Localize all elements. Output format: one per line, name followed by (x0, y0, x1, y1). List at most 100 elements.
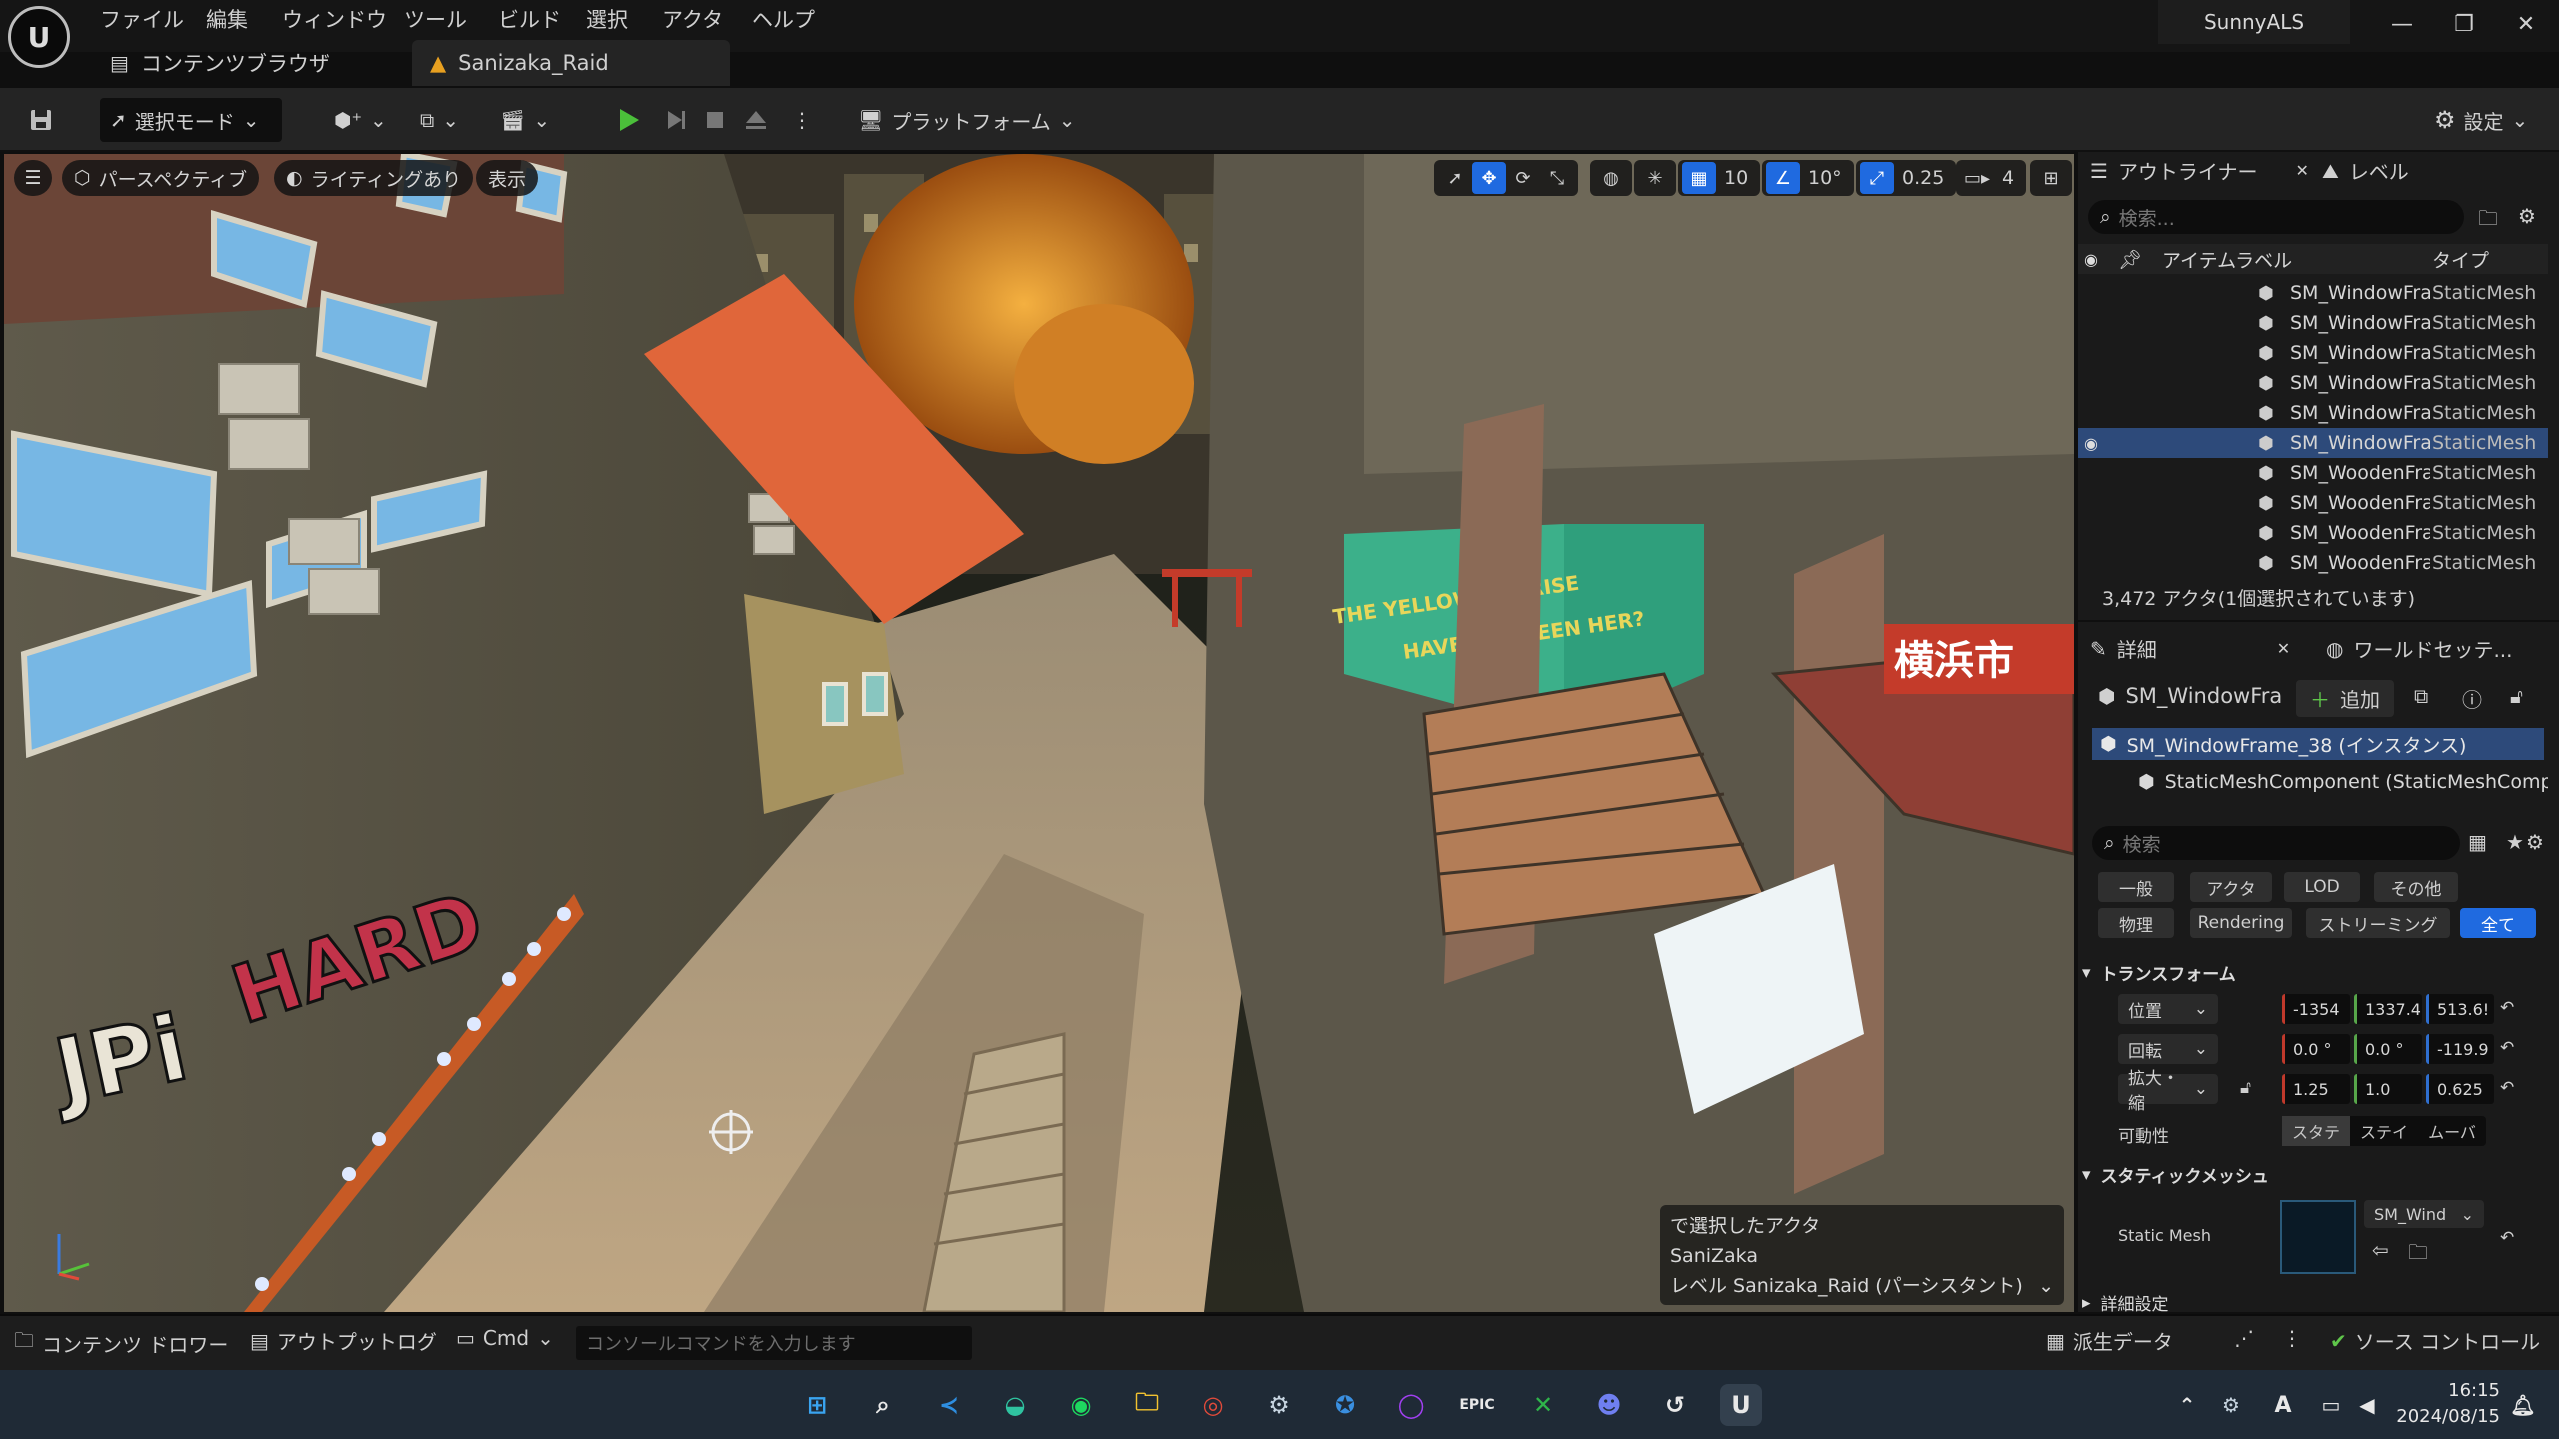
viewport-layout-button[interactable]: ⊞ (2030, 160, 2072, 196)
settings-dropdown[interactable]: ⚙ 設定 ⌄ (2424, 98, 2538, 142)
step-icon[interactable] (654, 98, 698, 142)
blueprint-button[interactable]: ⧉ ⌄ (410, 98, 469, 142)
chevron-up-icon[interactable]: ⌃ (2166, 1384, 2208, 1426)
close-icon[interactable]: ✕ (2296, 161, 2309, 180)
gear-icon[interactable]: ⚙ (2518, 204, 2536, 228)
steam-icon[interactable]: ⚙ (1258, 1384, 1300, 1426)
close-icon[interactable]: ✕ (2496, 6, 2556, 42)
close-icon[interactable]: ✕ (2277, 639, 2290, 658)
tab-outliner[interactable]: ☰ アウトライナー ✕ (2090, 156, 2309, 185)
xbox-icon[interactable]: ✕ (1522, 1384, 1564, 1426)
category-actor[interactable]: アクタ (2190, 872, 2272, 902)
rotation-z-field[interactable]: -119.9 (2426, 1034, 2494, 1064)
menu-build[interactable]: ビルド (498, 4, 561, 34)
rotation-snap-control[interactable]: ∠ 10° (1762, 160, 1854, 196)
scale-snap-control[interactable]: ⤢ 0.25 (1856, 160, 1957, 196)
details-search-input[interactable]: ⌕ 検索 (2092, 826, 2460, 860)
category-physics[interactable]: 物理 (2098, 908, 2174, 938)
world-local-toggle[interactable]: ◍ (1590, 160, 1632, 196)
viewport-menu-icon[interactable]: ☰ (14, 160, 52, 196)
lock-icon[interactable]: 🔓︎ (2510, 684, 2523, 708)
stop-icon[interactable] (694, 98, 736, 142)
edge-icon[interactable]: ◒ (994, 1384, 1036, 1426)
scale-icon[interactable]: ⤡ (1540, 162, 1574, 194)
ime-icon[interactable]: A (2262, 1384, 2304, 1426)
category-lod[interactable]: LOD (2284, 872, 2360, 902)
scale-x-field[interactable]: 1.25 (2282, 1074, 2350, 1104)
outliner-row[interactable]: ◉ ⬢ SM_WindowFra StaticMesh (2078, 428, 2548, 458)
search-icon[interactable]: ⌕ (862, 1384, 904, 1426)
scale-z-field[interactable]: 0.625 (2426, 1074, 2494, 1104)
app-icon[interactable]: ↺ (1654, 1384, 1696, 1426)
chevron-down-icon[interactable]: ⌄ (2038, 1271, 2054, 1301)
location-x-field[interactable]: -1354 (2282, 994, 2350, 1024)
gear-icon[interactable]: ⚙ (2526, 830, 2544, 854)
mobility-static[interactable]: スタテ (2282, 1116, 2350, 1146)
rotation-dropdown[interactable]: 回転 ⌄ (2118, 1034, 2218, 1064)
play-button[interactable] (604, 98, 652, 142)
reset-icon[interactable]: ↶ (2500, 1038, 2514, 1058)
outliner-row[interactable]: ⬢ SM_WoodenFra StaticMesh (2078, 518, 2548, 548)
outliner-row[interactable]: ⬢ SM_WindowFra StaticMesh (2078, 398, 2548, 428)
menu-window[interactable]: ウィンドウ (282, 4, 387, 34)
perspective-dropdown[interactable]: ⬡ パースペクティブ (62, 160, 260, 196)
performance-icon[interactable]: ⋰ (2234, 1326, 2254, 1350)
tab-details[interactable]: ✎ 詳細 ✕ (2090, 634, 2290, 663)
unreal-taskbar-icon[interactable]: U (1720, 1384, 1762, 1426)
location-y-field[interactable]: 1337.4 (2354, 994, 2422, 1024)
outliner-row[interactable]: ⬢ SM_WindowFra StaticMesh (2078, 368, 2548, 398)
category-misc[interactable]: その他 (2374, 872, 2458, 902)
spotify-icon[interactable]: ◉ (1060, 1384, 1102, 1426)
epic-games-icon[interactable]: EPIC (1456, 1384, 1498, 1426)
platforms-dropdown[interactable]: 🖥︎ プラットフォーム ⌄ (848, 98, 1086, 142)
outliner-row[interactable]: ⬢ SM_WindowFra StaticMesh (2078, 278, 2548, 308)
static-mesh-thumbnail[interactable] (2280, 1200, 2356, 1274)
obs-icon[interactable]: ◯ (1390, 1384, 1432, 1426)
transform-section-header[interactable]: ▾ トランスフォーム (2082, 960, 2236, 986)
outliner-row[interactable]: ⬢ SM_WindowFra StaticMesh (2078, 338, 2548, 368)
browse-icon[interactable]: 🗀 (2408, 1238, 2428, 1272)
menu-file[interactable]: ファイル (100, 4, 184, 34)
col-item-label[interactable]: アイテムラベル (2162, 246, 2292, 273)
blueprint-icon[interactable]: ⧉ (2414, 684, 2428, 708)
reset-icon[interactable]: ↶ (2500, 1078, 2514, 1098)
category-rendering[interactable]: Rendering (2190, 908, 2292, 938)
taskbar-clock[interactable]: 16:15 2024/08/15 (2380, 1378, 2500, 1430)
camera-speed-control[interactable]: ▭▸ 4 (1956, 160, 2027, 196)
windows-start-icon[interactable]: ⊞ (796, 1384, 838, 1426)
static-mesh-section-header[interactable]: ▾ スタティックメッシュ (2082, 1162, 2269, 1188)
static-mesh-component-row[interactable]: ⬢ StaticMeshComponent (StaticMeshCompo (2138, 766, 2548, 798)
menu-edit[interactable]: 編集 (206, 4, 248, 34)
eject-icon[interactable] (734, 98, 778, 142)
mobility-movable[interactable]: ムーバ (2418, 1119, 2486, 1143)
tab-content-browser[interactable]: ▤ コンテンツブラウザ (92, 40, 348, 86)
steam-tray-icon[interactable]: ⚙ (2210, 1384, 2252, 1426)
level-viewport[interactable]: THE YELLOW SUNRISE HAVE YOU SEEN HER? (4, 154, 2074, 1312)
show-dropdown[interactable]: 表示 (476, 160, 539, 196)
table-view-icon[interactable]: ▦ (2468, 830, 2487, 854)
console-command-input[interactable]: コンソールコマンドを入力します (576, 1326, 972, 1360)
scale-dropdown[interactable]: 拡大・縮 ⌄ (2118, 1069, 2218, 1114)
outliner-row[interactable]: ⬢ SM_WoodenFra StaticMesh (2078, 488, 2548, 518)
lighting-dropdown[interactable]: ◐ ライティングあり (274, 160, 474, 196)
outliner-row[interactable]: ⬢ SM_WoodenFra StaticMesh (2078, 548, 2548, 578)
grid-snap-control[interactable]: ▦ 10 (1678, 160, 1761, 196)
source-control-button[interactable]: ✔ ソース コントロール (2330, 1326, 2540, 1355)
cmd-dropdown[interactable]: ▭ Cmd ⌄ (456, 1326, 554, 1350)
menu-help[interactable]: ヘルプ (752, 4, 815, 34)
outliner-search-input[interactable]: ⌕ 検索... (2088, 200, 2464, 234)
menu-select[interactable]: 選択 (586, 4, 628, 34)
location-z-field[interactable]: 513.6! (2426, 994, 2494, 1024)
restore-icon[interactable]: ❐ (2434, 6, 2494, 42)
star-icon[interactable]: ★ (2506, 830, 2524, 854)
category-all[interactable]: 全て (2460, 908, 2536, 938)
output-log-button[interactable]: ▤ アウトプットログ (250, 1326, 437, 1355)
save-icon[interactable] (18, 98, 64, 142)
category-general[interactable]: 一般 (2098, 872, 2174, 902)
surface-snap-toggle[interactable]: ✳ (1634, 160, 1676, 196)
tab-world-settings[interactable]: ◍ ワールドセッテ... (2326, 634, 2513, 663)
rotation-y-field[interactable]: 0.0 ° (2354, 1034, 2422, 1064)
category-streaming[interactable]: ストリーミング (2306, 908, 2450, 938)
outliner-row[interactable]: ⬢ SM_WindowFra StaticMesh (2078, 308, 2548, 338)
more-options-icon[interactable]: ⋮ (782, 98, 822, 142)
